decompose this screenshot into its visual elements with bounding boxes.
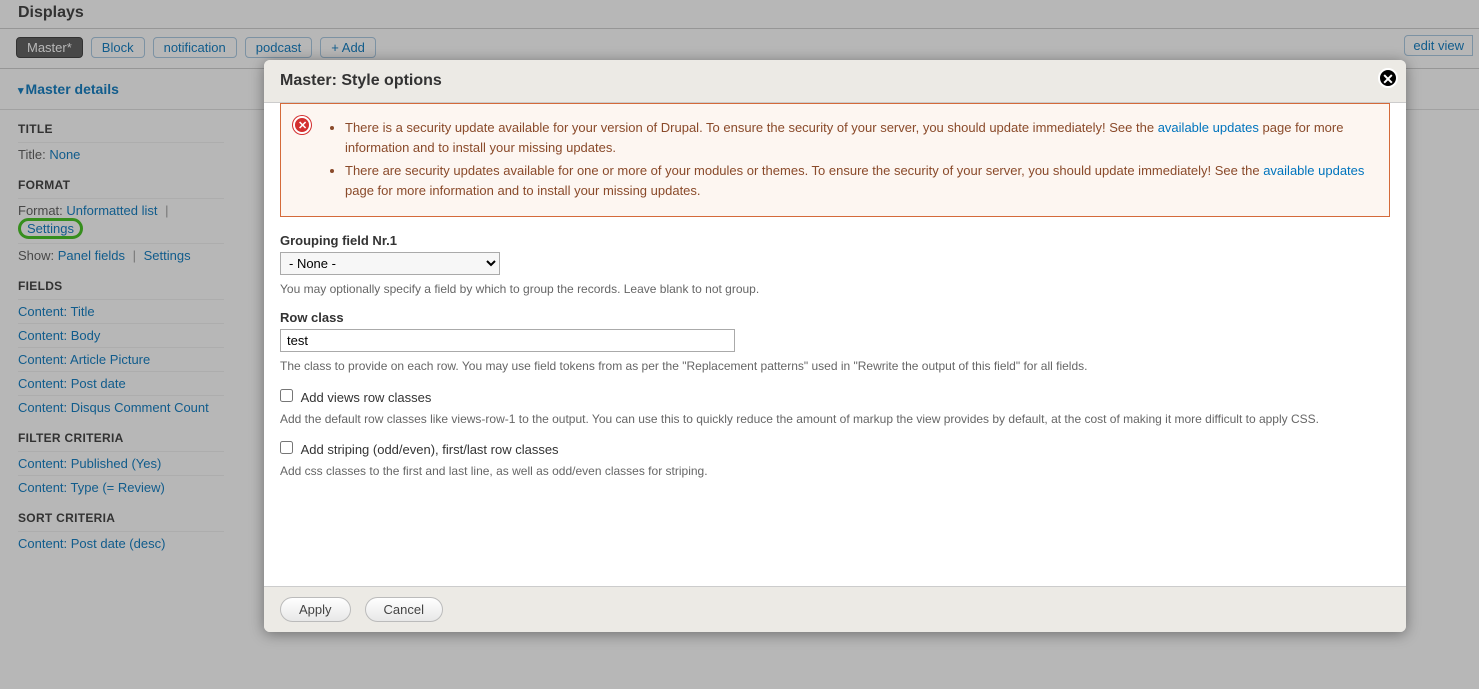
modal-overlay[interactable]: Master: Style options ✕ There is a secur… xyxy=(0,0,1479,689)
cancel-button[interactable]: Cancel xyxy=(365,597,443,622)
grouping-section: Grouping field Nr.1 - None - You may opt… xyxy=(280,233,1390,298)
alert-text: There is a security update available for… xyxy=(345,120,1158,135)
modal-body: There is a security update available for… xyxy=(264,102,1406,587)
security-alert: There is a security update available for… xyxy=(280,103,1390,217)
error-icon xyxy=(293,116,311,134)
alert-text: There are security updates available for… xyxy=(345,163,1263,178)
striping-help: Add css classes to the first and last li… xyxy=(280,463,1390,480)
striping-section: Add striping (odd/even), first/last row … xyxy=(280,441,1390,480)
modal-titlebar: Master: Style options ✕ xyxy=(264,60,1406,102)
alert-item: There are security updates available for… xyxy=(345,161,1377,200)
grouping-label: Grouping field Nr.1 xyxy=(280,233,1390,248)
apply-button[interactable]: Apply xyxy=(280,597,351,622)
rowclass-section: Row class The class to provide on each r… xyxy=(280,310,1390,375)
addrows-checkbox[interactable] xyxy=(280,389,293,402)
alert-text: page for more information and to install… xyxy=(345,183,701,198)
alert-item: There is a security update available for… xyxy=(345,118,1377,157)
striping-checkbox[interactable] xyxy=(280,441,293,454)
available-updates-link[interactable]: available updates xyxy=(1158,120,1259,135)
available-updates-link[interactable]: available updates xyxy=(1263,163,1364,178)
addrows-help: Add the default row classes like views-r… xyxy=(280,411,1390,428)
style-options-modal: Master: Style options ✕ There is a secur… xyxy=(264,60,1406,632)
grouping-select[interactable]: - None - xyxy=(280,252,500,275)
rowclass-input[interactable] xyxy=(280,329,735,352)
grouping-help: You may optionally specify a field by wh… xyxy=(280,281,1390,298)
rowclass-label: Row class xyxy=(280,310,1390,325)
modal-title: Master: Style options xyxy=(280,72,442,89)
modal-footer: Apply Cancel xyxy=(264,587,1406,632)
addrows-label[interactable]: Add views row classes xyxy=(301,390,432,405)
striping-label[interactable]: Add striping (odd/even), first/last row … xyxy=(301,442,559,457)
close-icon[interactable]: ✕ xyxy=(1378,68,1398,88)
rowclass-help: The class to provide on each row. You ma… xyxy=(280,358,1390,375)
addrows-section: Add views row classes Add the default ro… xyxy=(280,389,1390,428)
